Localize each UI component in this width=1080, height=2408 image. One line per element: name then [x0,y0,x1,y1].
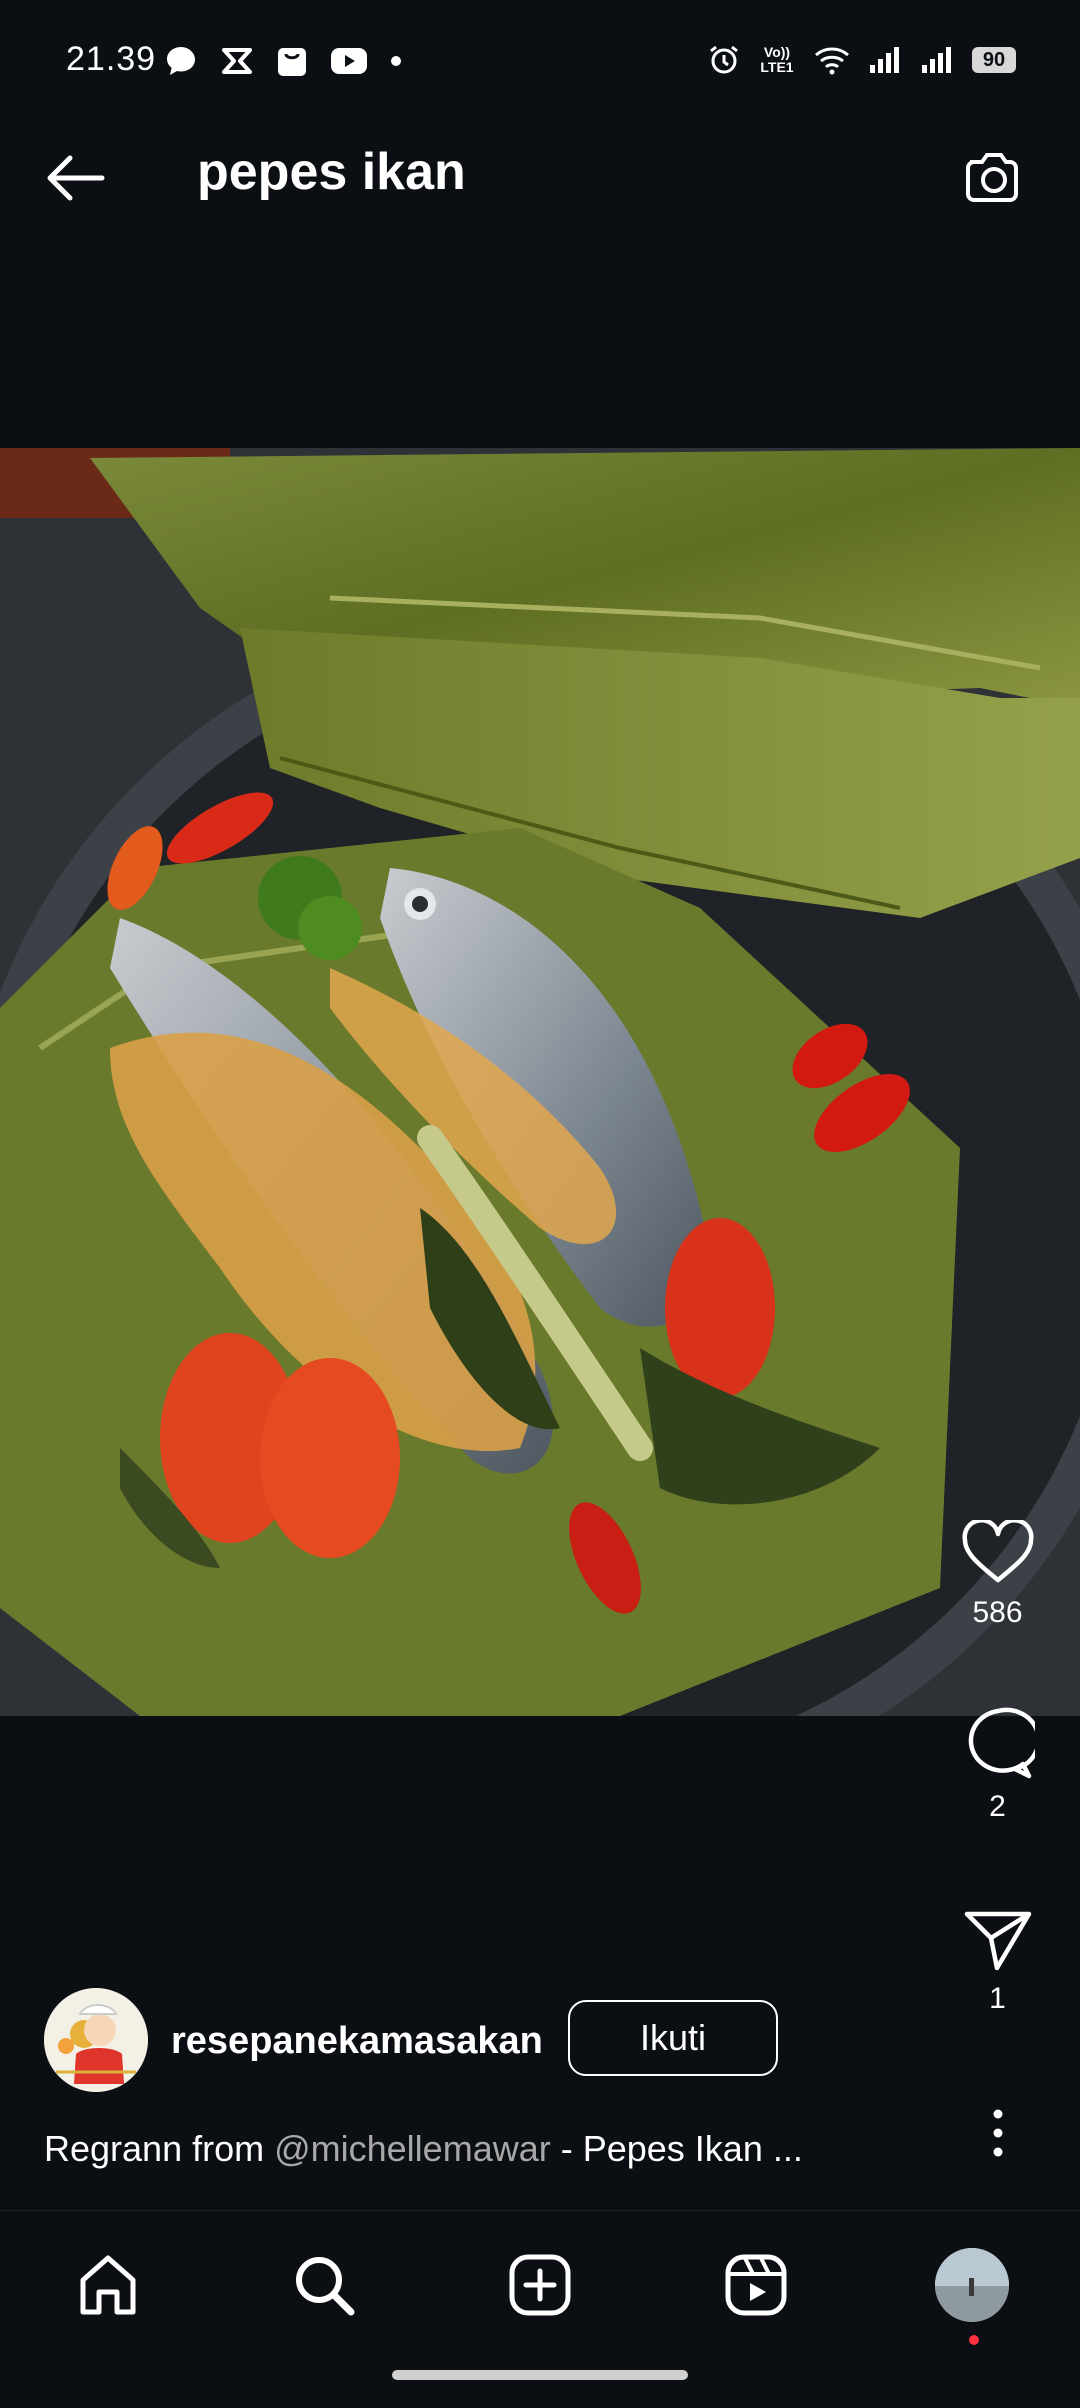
owner-username[interactable]: resepanekamasakan [171,2020,543,2063]
bottom-navigation [0,2210,1080,2351]
like-count[interactable]: 586 [915,1596,1080,1630]
post-owner-row: resepanekamasakan Ikuti [0,1988,1080,2092]
reels-icon [725,2254,787,2316]
home-icon [80,2255,136,2315]
signal-icon [868,45,902,75]
send-icon [964,1911,1031,1971]
status-left-icons [164,44,402,78]
nav-reels[interactable] [716,2245,796,2325]
notification-dot [969,2335,979,2345]
comment-button[interactable] [915,1706,1080,1780]
status-right-icons: Vo)) LTE1 90 [708,44,1016,76]
alarm-icon [708,44,740,76]
back-button[interactable] [40,148,110,208]
top-bar: pepes ikan [0,130,1080,230]
nav-search[interactable] [284,2245,364,2325]
home-indicator[interactable] [392,2370,688,2380]
arrow-left-icon [47,155,105,201]
volte-icon: Vo)) LTE1 [760,44,794,75]
capcut-icon [220,46,254,76]
beach-photo-icon [935,2248,1009,2322]
comment-action: 2 [915,1706,1080,1824]
create-icon [509,2254,571,2316]
comment-icon [968,1707,1035,1779]
caption-text: - Pepes Ikan ... [550,2128,803,2169]
share-button[interactable] [915,1908,1080,1972]
nav-create[interactable] [500,2245,580,2325]
page-title: pepes ikan [197,143,466,201]
owner-avatar[interactable] [44,1988,148,2092]
more-options-button[interactable] [915,2108,1080,2158]
wifi-icon [814,45,850,75]
like-action: 586 [915,1520,1080,1630]
nav-profile[interactable] [932,2245,1012,2345]
battery-indicator: 90 [972,47,1016,73]
follow-button[interactable]: Ikuti [568,2000,778,2076]
camera-button[interactable] [958,140,1028,210]
search-icon [296,2257,355,2316]
chat-bubble-icon [164,44,198,78]
post-caption[interactable]: Regrann from @michellemawar - Pepes Ikan… [44,2128,924,2170]
profile-avatar [935,2248,1009,2322]
caption-mention[interactable]: @michellemawar [274,2128,551,2169]
dot-icon [390,55,402,67]
status-bar: 21.39 Vo)) LTE1 90 [0,0,1080,130]
signal-icon [920,45,954,75]
more-vertical-icon [993,2109,1002,2157]
shopping-bag-icon [276,44,308,78]
youtube-icon [330,47,368,75]
status-time: 21.39 [66,40,157,78]
caption-prefix: Regrann from [44,2128,275,2169]
comment-count[interactable]: 2 [915,1790,1080,1824]
camera-icon [966,153,1018,202]
chef-avatar-icon [44,1988,148,2092]
heart-icon [961,1520,1034,1583]
like-button[interactable] [915,1520,1080,1586]
nav-home[interactable] [68,2245,148,2325]
